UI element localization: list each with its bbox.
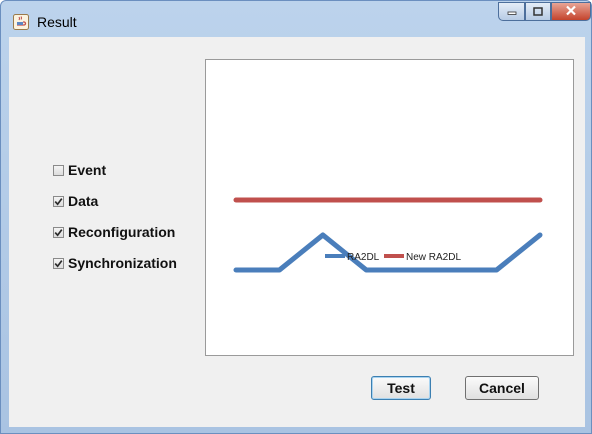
minimize-icon: [507, 3, 517, 21]
java-icon: [13, 14, 29, 30]
legend-label-2: New RA2DL: [406, 252, 461, 263]
title-bar[interactable]: Result: [1, 1, 591, 37]
close-button[interactable]: [551, 2, 591, 21]
checkbox-box[interactable]: [53, 257, 64, 269]
checkbox-synchronization[interactable]: Synchronization: [53, 253, 177, 273]
checkbox-box[interactable]: [53, 164, 64, 176]
content-pane: Event Data Reconfiguration Synchronizati…: [9, 37, 585, 427]
maximize-button[interactable]: [525, 2, 551, 21]
chart-panel: RA2DL New RA2DL: [205, 59, 574, 356]
maximize-icon: [533, 3, 543, 21]
checkbox-label: Reconfiguration: [68, 224, 176, 240]
checkmark-icon: [54, 259, 63, 268]
window-title: Result: [37, 14, 77, 30]
line-chart: RA2DL New RA2DL: [233, 197, 543, 273]
close-icon: [565, 3, 577, 21]
series-line-1: [233, 232, 543, 273]
checkmark-icon: [54, 197, 63, 206]
checkmark-icon: [54, 228, 63, 237]
checkbox-event[interactable]: Event: [53, 160, 106, 180]
checkbox-data[interactable]: Data: [53, 191, 98, 211]
cancel-button[interactable]: Cancel: [465, 376, 539, 400]
minimize-button[interactable]: [498, 2, 525, 21]
checkbox-box[interactable]: [53, 195, 64, 207]
result-window: Result Event Data Reconfiguration Synchr…: [0, 0, 592, 434]
checkbox-reconfiguration[interactable]: Reconfiguration: [53, 222, 175, 242]
checkbox-box[interactable]: [53, 226, 64, 238]
checkbox-label: Event: [68, 162, 107, 178]
checkbox-label: Synchronization: [68, 255, 177, 271]
checkbox-label: Data: [68, 193, 99, 209]
test-button[interactable]: Test: [371, 376, 431, 400]
legend-label-1: RA2DL: [347, 252, 380, 263]
